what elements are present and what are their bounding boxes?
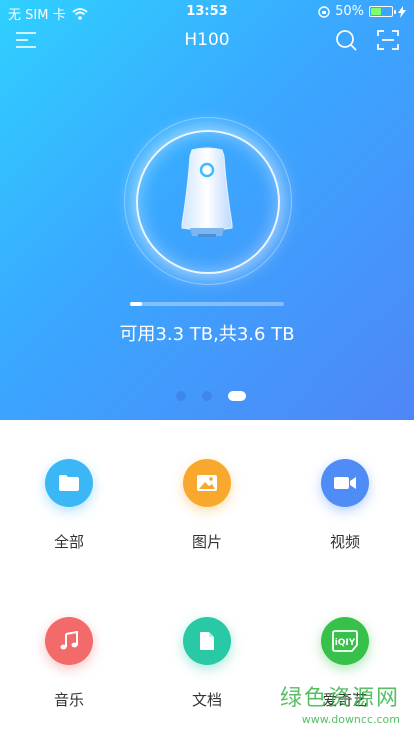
rotation-lock-icon — [318, 5, 330, 18]
iqiyi-icon: iQIY — [332, 630, 358, 652]
category-all-circle — [45, 459, 93, 507]
category-label: 图片 — [191, 533, 222, 551]
storage-progress-bar — [130, 302, 284, 306]
folder-icon — [59, 475, 79, 491]
title-bar: H100 — [0, 24, 414, 56]
scan-icon[interactable] — [374, 26, 402, 54]
storage-progress-fill — [130, 302, 143, 306]
search-icon[interactable] — [332, 26, 360, 54]
nas-device-icon[interactable] — [176, 146, 238, 242]
status-bar: 无 SIM 卡 13:53 50% — [0, 0, 414, 24]
video-icon — [334, 477, 356, 489]
watermark-text: 绿色资源网 — [279, 686, 400, 711]
category-label: 视频 — [329, 533, 360, 551]
category-images-circle — [183, 459, 231, 507]
site-watermark: 绿色资源网 www.downcc.com — [280, 680, 400, 726]
category-videos-circle — [321, 459, 369, 507]
image-icon — [197, 475, 217, 491]
carousel-indicator[interactable] — [176, 391, 246, 401]
category-iqiyi-circle: iQIY — [321, 617, 369, 665]
svg-text:iQIY: iQIY — [335, 638, 356, 648]
battery-level — [371, 8, 381, 15]
category-all[interactable]: 全部 — [0, 420, 138, 578]
carousel-dot-3[interactable] — [228, 391, 246, 401]
category-label: 文档 — [191, 691, 222, 709]
battery-percent: 50% — [335, 4, 364, 19]
watermark-url: www.downcc.com — [301, 713, 400, 726]
category-images[interactable]: 图片 — [138, 420, 276, 578]
category-label: 音乐 — [53, 691, 84, 709]
category-documents[interactable]: 文档 — [138, 578, 276, 736]
device-hero: 无 SIM 卡 13:53 50% H100 可用3.3 TB,共3.6 TB — [0, 0, 414, 420]
category-music[interactable]: 音乐 — [0, 578, 138, 736]
battery-icon — [369, 6, 396, 17]
document-icon — [200, 632, 214, 650]
storage-text: 可用3.3 TB,共3.6 TB — [119, 324, 295, 345]
carousel-dot-1[interactable] — [176, 391, 186, 401]
category-documents-circle — [183, 617, 231, 665]
carousel-dot-2[interactable] — [202, 391, 212, 401]
category-label: 全部 — [53, 533, 84, 551]
category-music-circle — [45, 617, 93, 665]
category-videos[interactable]: 视频 — [276, 420, 414, 578]
status-right: 50% — [318, 4, 406, 19]
music-icon — [60, 631, 78, 650]
charging-icon — [398, 5, 406, 18]
